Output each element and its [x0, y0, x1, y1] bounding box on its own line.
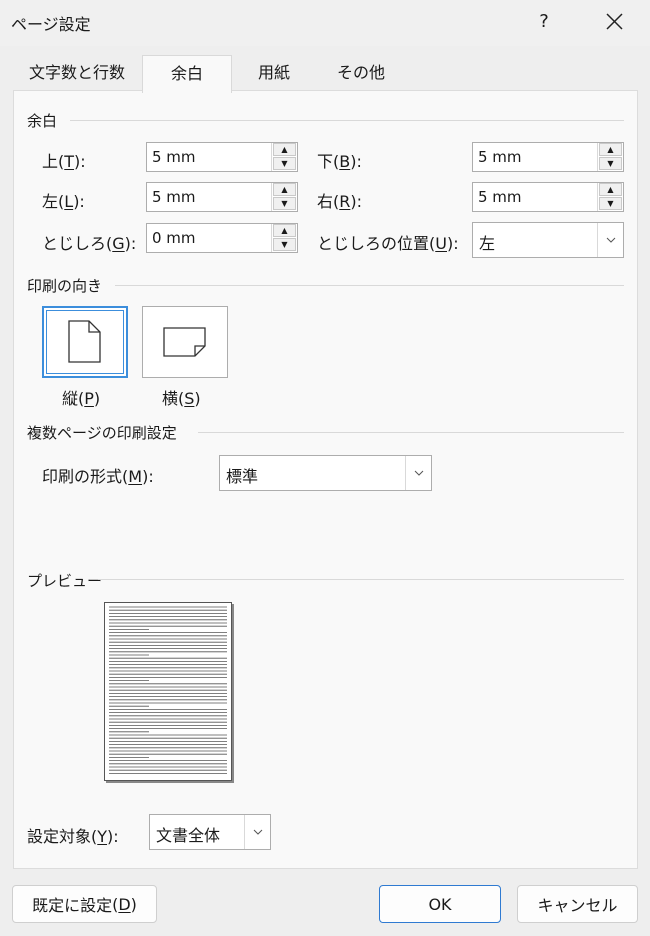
landscape-label: 横(S): [162, 389, 201, 408]
portrait-page-icon: [68, 320, 101, 363]
print-format-label: 印刷の形式(M):: [42, 467, 154, 486]
portrait-label: 縦(P): [62, 389, 101, 408]
gutter-position-label: とじしろの位置(U):: [317, 234, 459, 253]
spin-up-icon[interactable]: ▲: [599, 183, 622, 196]
divider: [198, 432, 624, 433]
close-button[interactable]: [598, 4, 632, 38]
spin-down-icon[interactable]: ▼: [599, 197, 622, 210]
gutter-position-select[interactable]: 左: [472, 222, 624, 258]
landscape-page-icon: [163, 327, 206, 357]
left-margin-label: 左(L):: [42, 192, 85, 211]
tab-char-lines[interactable]: 文字数と行数: [14, 55, 140, 91]
bottom-margin-input[interactable]: 5 mm ▲ ▼: [472, 142, 624, 172]
left-margin-input[interactable]: 5 mm ▲ ▼: [146, 182, 298, 212]
chevron-down-icon[interactable]: [244, 815, 270, 849]
print-format-select[interactable]: 標準: [219, 455, 432, 491]
cancel-button[interactable]: キャンセル: [517, 885, 638, 923]
gutter-input[interactable]: 0 mm ▲ ▼: [146, 223, 298, 253]
apply-to-label: 設定対象(Y):: [27, 827, 119, 846]
section-orientation: 印刷の向き: [27, 277, 103, 295]
section-margins: 余白: [27, 112, 58, 130]
set-default-button[interactable]: 既定に設定(D): [12, 885, 157, 923]
spin-down-icon[interactable]: ▼: [273, 197, 296, 210]
spin-up-icon[interactable]: ▲: [273, 183, 296, 196]
section-multipage: 複数ページの印刷設定: [27, 424, 177, 442]
apply-to-select[interactable]: 文書全体: [149, 814, 271, 850]
chevron-down-icon[interactable]: [405, 456, 431, 490]
close-icon: [606, 13, 623, 30]
bottom-margin-label: 下(B):: [317, 152, 362, 171]
spin-down-icon[interactable]: ▼: [273, 157, 296, 170]
right-margin-input[interactable]: 5 mm ▲ ▼: [472, 182, 624, 212]
tab-other[interactable]: その他: [318, 55, 404, 91]
spin-up-icon[interactable]: ▲: [599, 143, 622, 156]
spin-up-icon[interactable]: ▲: [273, 143, 296, 156]
top-margin-input[interactable]: 5 mm ▲ ▼: [146, 142, 298, 172]
divider: [115, 285, 624, 286]
landscape-button[interactable]: [142, 306, 228, 378]
section-preview: プレビュー: [27, 572, 103, 590]
right-margin-label: 右(R):: [317, 192, 363, 211]
tab-margins[interactable]: 余白: [142, 55, 232, 93]
divider: [70, 120, 624, 121]
title-bar: [0, 0, 650, 46]
page-preview: [104, 602, 232, 781]
gutter-label: とじしろ(G):: [42, 234, 137, 253]
spin-down-icon[interactable]: ▼: [599, 157, 622, 170]
help-button[interactable]: ?: [536, 11, 552, 32]
divider: [98, 579, 624, 580]
ok-button[interactable]: OK: [379, 885, 501, 923]
spin-up-icon[interactable]: ▲: [273, 224, 296, 237]
chevron-down-icon[interactable]: [597, 223, 623, 257]
portrait-button[interactable]: [42, 306, 128, 378]
spin-down-icon[interactable]: ▼: [273, 238, 296, 251]
preview-lines: [109, 606, 227, 774]
window-title: ページ設定: [11, 15, 91, 34]
tab-paper[interactable]: 用紙: [230, 55, 318, 91]
top-margin-label: 上(T):: [42, 152, 86, 171]
